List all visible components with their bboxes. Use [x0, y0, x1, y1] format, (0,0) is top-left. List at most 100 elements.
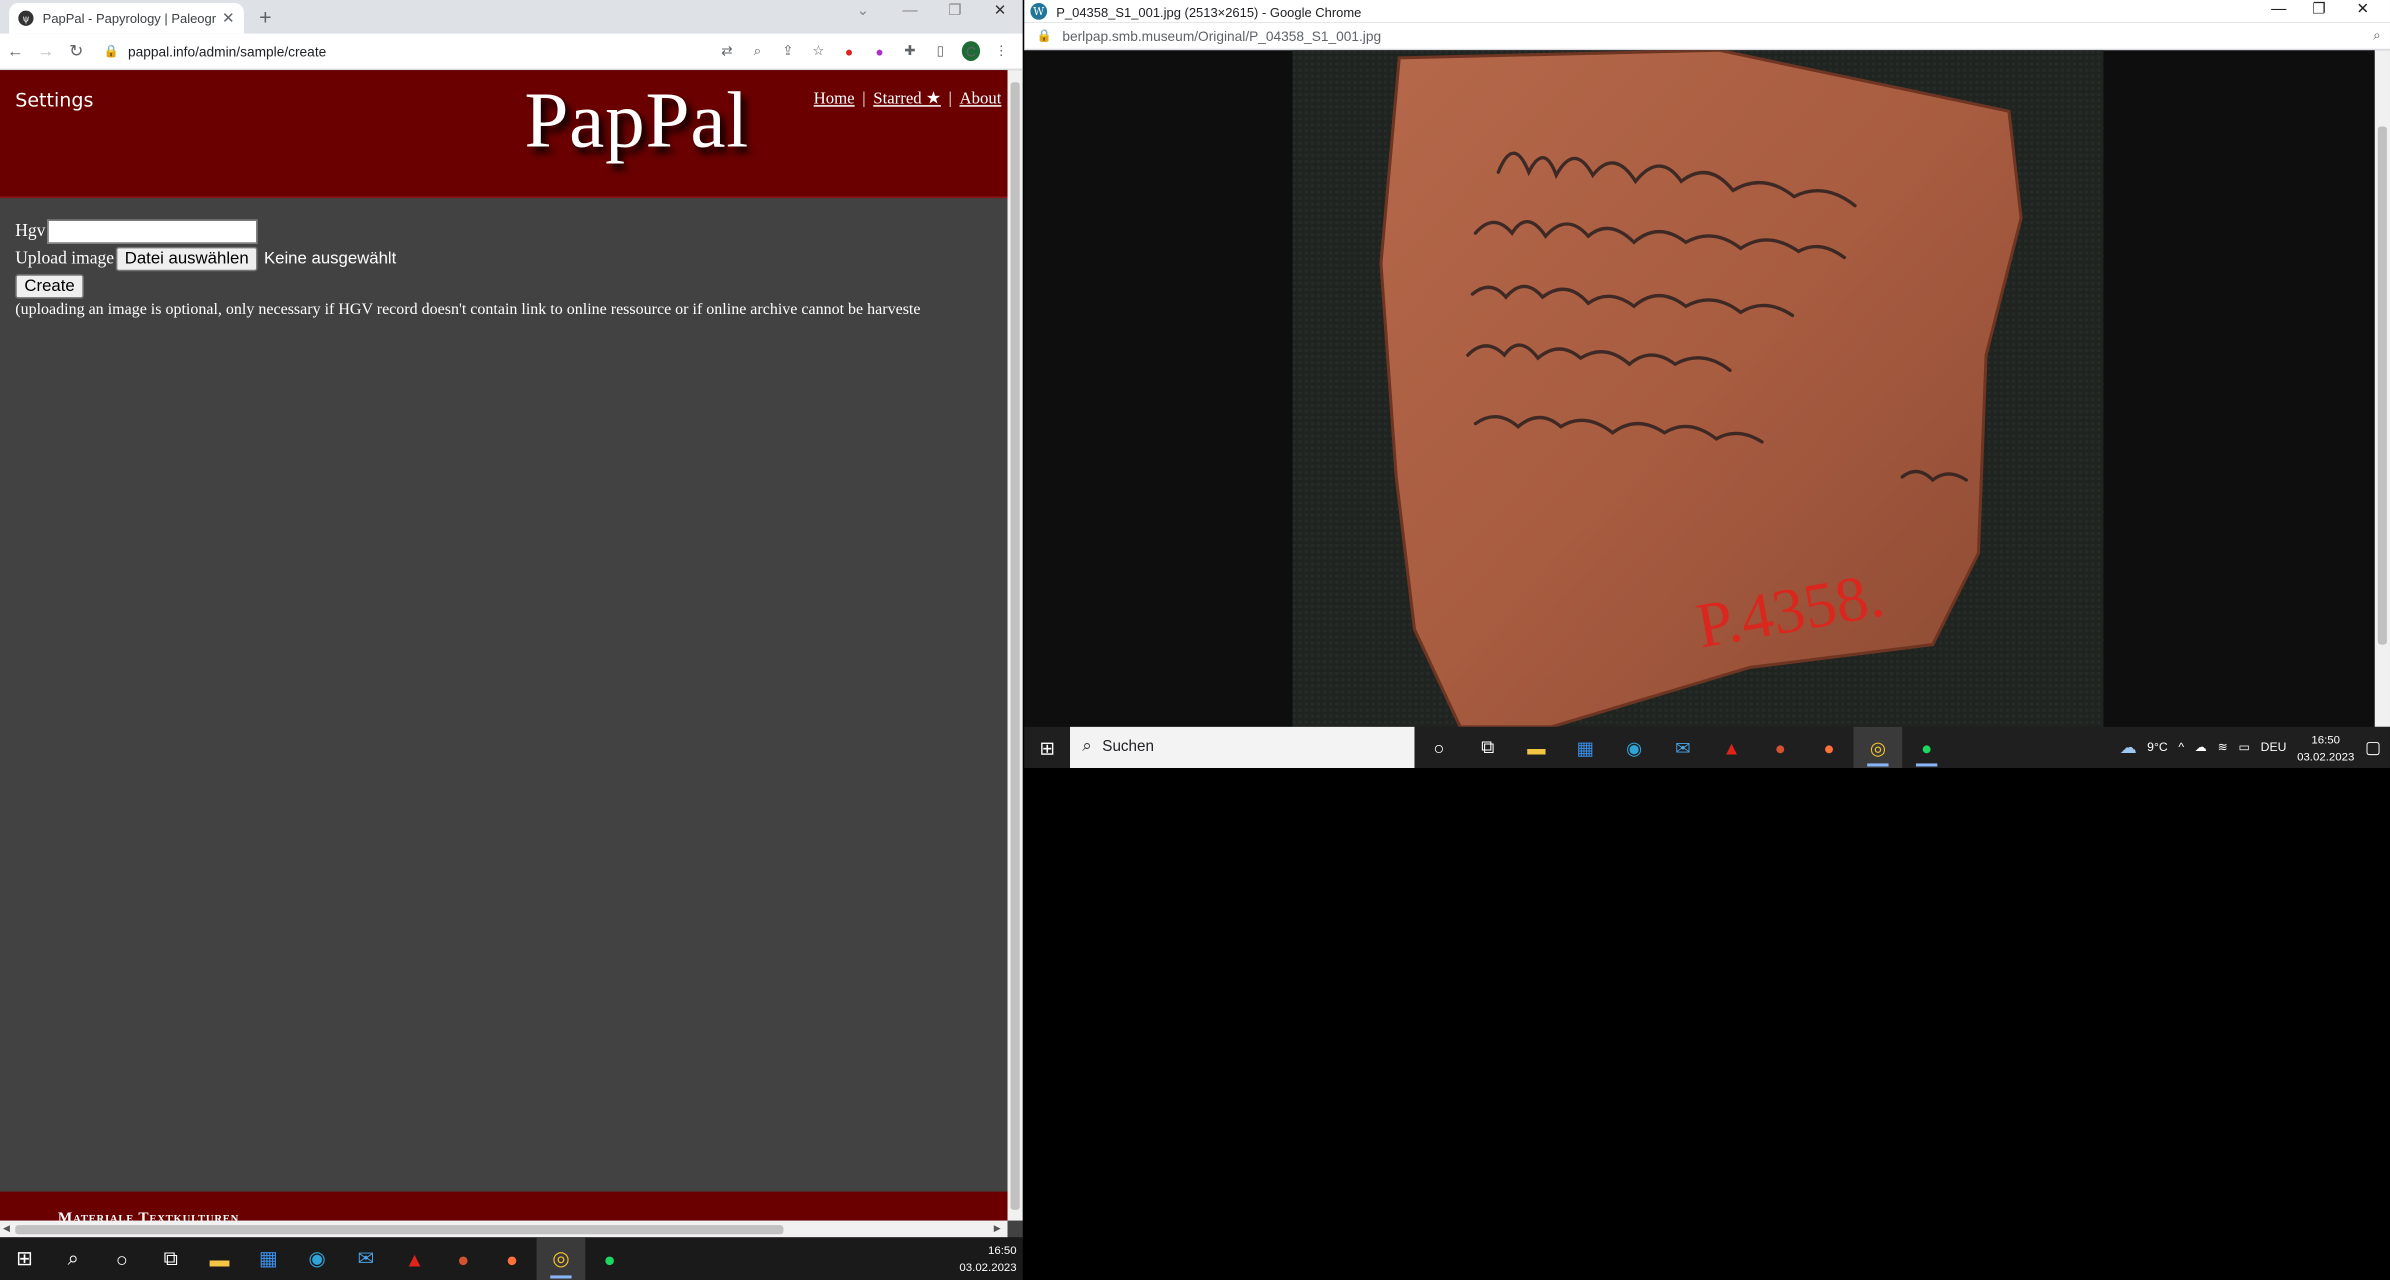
- mail-icon[interactable]: ✉: [341, 1237, 390, 1280]
- extension-purple-icon[interactable]: ●: [870, 43, 888, 58]
- browser-toolbar: ← → ↻ 🔒 pappal.info/admin/sample/create …: [0, 33, 1023, 71]
- right-scrollbar-thumb[interactable]: [2377, 126, 2387, 645]
- powerpoint-icon[interactable]: ●: [1756, 727, 1805, 768]
- mail-icon[interactable]: ✉: [1658, 727, 1707, 768]
- back-icon[interactable]: ←: [0, 42, 30, 60]
- tray-chevron-icon[interactable]: ^: [2178, 741, 2184, 755]
- site-logo[interactable]: PapPal: [524, 76, 749, 166]
- tab-title: PapPal - Papyrology | Paleograph: [42, 10, 216, 26]
- zoom-icon[interactable]: ⌕: [2373, 27, 2381, 44]
- nav-about[interactable]: About: [960, 90, 1002, 108]
- file-explorer-icon[interactable]: ▬: [1512, 727, 1561, 768]
- scroll-right-icon[interactable]: ▶: [994, 1224, 1001, 1234]
- weather-cloud-icon[interactable]: ☁: [2120, 738, 2137, 757]
- file-explorer-icon[interactable]: ▬: [195, 1237, 244, 1280]
- acrobat-icon[interactable]: ▲: [1707, 727, 1756, 768]
- pappal-favicon-icon: ψ: [18, 10, 34, 26]
- notifications-icon[interactable]: ▢: [2365, 738, 2381, 757]
- store-icon[interactable]: ▦: [1561, 727, 1610, 768]
- extension-red-icon[interactable]: ●: [840, 43, 858, 58]
- vertical-scrollbar-thumb[interactable]: [1010, 82, 1020, 1210]
- edge-icon[interactable]: ◉: [1610, 727, 1659, 768]
- horizontal-scrollbar[interactable]: ◀ ▶: [0, 1220, 1008, 1238]
- clock-left[interactable]: 16:50 03.02.2023: [959, 1242, 1016, 1276]
- taskbar-right: ⊞ ⌕ Suchen ○ ⧉ ▬ ▦ ◉ ✉ ▲ ● ● ◎ ● ☁ 9°C ^…: [1024, 726, 2390, 769]
- cortana-icon[interactable]: ○: [98, 1237, 147, 1280]
- close-window-icon[interactable]: ✕: [2356, 2, 2369, 19]
- cortana-icon[interactable]: ○: [1414, 727, 1463, 768]
- weather-temp[interactable]: 9°C: [2147, 741, 2167, 755]
- close-window-icon[interactable]: ✕: [994, 3, 1007, 20]
- search-icon: ⌕: [1082, 737, 1092, 756]
- lock-icon: 🔒: [103, 44, 119, 58]
- acrobat-icon[interactable]: ▲: [390, 1237, 439, 1280]
- language-indicator[interactable]: DEU: [2261, 741, 2287, 755]
- lock-icon: 🔒: [1036, 28, 1052, 43]
- create-button[interactable]: Create: [15, 273, 84, 298]
- vertical-scrollbar[interactable]: [1007, 70, 1023, 1221]
- search-icon[interactable]: ⌕: [49, 1237, 98, 1280]
- extensions-puzzle-icon[interactable]: ✚: [901, 43, 919, 60]
- address-bar[interactable]: 🔒 pappal.info/admin/sample/create: [98, 36, 718, 66]
- right-address-bar[interactable]: 🔒 berlpap.smb.museum/Original/P_04358_S1…: [1024, 22, 2390, 51]
- ostracon-image: P.4358.: [1292, 48, 2104, 729]
- tab-search-icon[interactable]: ⌄: [857, 3, 870, 20]
- taskbar-left: ⊞ ⌕ ○ ⧉ ▬ ▦ ◉ ✉ ▲ ● ● ◎ ● 16:50 03.02.20…: [0, 1237, 1023, 1280]
- task-view-icon[interactable]: ⧉: [1463, 727, 1512, 768]
- network-icon[interactable]: ≋: [2218, 741, 2228, 755]
- windows-start-icon[interactable]: ⊞: [0, 1237, 49, 1280]
- ostracon-photo[interactable]: P.4358.: [1292, 48, 2104, 729]
- chrome-icon[interactable]: ◎: [1853, 726, 1903, 769]
- hgv-input[interactable]: [46, 218, 258, 244]
- restore-icon[interactable]: ❐: [948, 3, 962, 20]
- choose-file-button[interactable]: Datei auswählen: [115, 246, 258, 271]
- onedrive-icon[interactable]: ☁: [2195, 741, 2207, 755]
- translate-icon[interactable]: ⇄: [718, 43, 736, 60]
- powerpoint-icon[interactable]: ●: [439, 1237, 488, 1280]
- task-view-icon[interactable]: ⧉: [146, 1237, 195, 1280]
- nav-home[interactable]: Home: [814, 90, 855, 108]
- horizontal-scrollbar-thumb[interactable]: [15, 1225, 784, 1235]
- right-browser-window: W P_04358_S1_001.jpg (2513×2615) - Googl…: [1024, 0, 2390, 769]
- edge-icon[interactable]: ◉: [293, 1237, 342, 1280]
- site-header: Settings PapPal Home | Starred ★ | About: [0, 70, 1008, 199]
- firefox-icon[interactable]: ●: [488, 1237, 537, 1280]
- settings-link[interactable]: Settings: [15, 88, 93, 111]
- store-icon[interactable]: ▦: [244, 1237, 293, 1280]
- clock-right[interactable]: 16:50 03.02.2023: [2297, 731, 2354, 765]
- close-tab-icon[interactable]: ✕: [222, 10, 235, 27]
- extension-icons: ⇄ ⌕ ⇪ ☆ ● ● ✚ ▯ C ⋮: [718, 41, 1023, 61]
- new-tab-icon[interactable]: +: [259, 5, 271, 29]
- right-url-text: berlpap.smb.museum/Original/P_04358_S1_0…: [1062, 28, 1382, 44]
- taskbar-search-placeholder: Suchen: [1102, 739, 1154, 756]
- firefox-icon[interactable]: ●: [1805, 727, 1854, 768]
- spotify-icon[interactable]: ●: [1902, 727, 1951, 768]
- scroll-left-icon[interactable]: ◀: [3, 1224, 10, 1234]
- clock-date: 03.02.2023: [2297, 748, 2355, 763]
- battery-icon[interactable]: ▭: [2238, 741, 2250, 755]
- clock-date: 03.02.2023: [959, 1260, 1017, 1274]
- minimize-icon[interactable]: —: [902, 3, 917, 20]
- taskbar-search-box[interactable]: ⌕ Suchen: [1070, 726, 1415, 769]
- restore-icon[interactable]: ❐: [2312, 2, 2326, 19]
- menu-kebab-icon[interactable]: ⋮: [992, 43, 1010, 60]
- upload-image-label: Upload image: [15, 249, 115, 268]
- tab-pappal[interactable]: ψ PapPal - Papyrology | Paleograph ✕: [9, 3, 244, 34]
- hgv-label: Hgv: [15, 221, 46, 241]
- create-sample-form: Hgv Upload image Datei auswählen Keine a…: [15, 218, 1007, 318]
- minimize-icon[interactable]: —: [2271, 2, 2286, 19]
- zoom-icon[interactable]: ⌕: [748, 43, 766, 60]
- chrome-icon[interactable]: ◎: [536, 1237, 586, 1280]
- windows-start-icon[interactable]: ⊞: [1024, 727, 1070, 768]
- right-window-title: P_04358_S1_001.jpg (2513×2615) - Google …: [1056, 3, 1362, 20]
- url-text: pappal.info/admin/sample/create: [127, 43, 327, 59]
- right-vertical-scrollbar[interactable]: [2374, 50, 2390, 727]
- profile-avatar[interactable]: C: [961, 41, 981, 61]
- side-panel-icon[interactable]: ▯: [931, 43, 949, 60]
- bookmark-star-icon[interactable]: ☆: [809, 43, 827, 60]
- forward-icon[interactable]: →: [30, 42, 60, 60]
- reload-icon[interactable]: ↻: [61, 41, 91, 61]
- spotify-icon[interactable]: ●: [585, 1237, 634, 1280]
- nav-starred[interactable]: Starred ★: [873, 90, 941, 108]
- share-icon[interactable]: ⇪: [779, 43, 797, 60]
